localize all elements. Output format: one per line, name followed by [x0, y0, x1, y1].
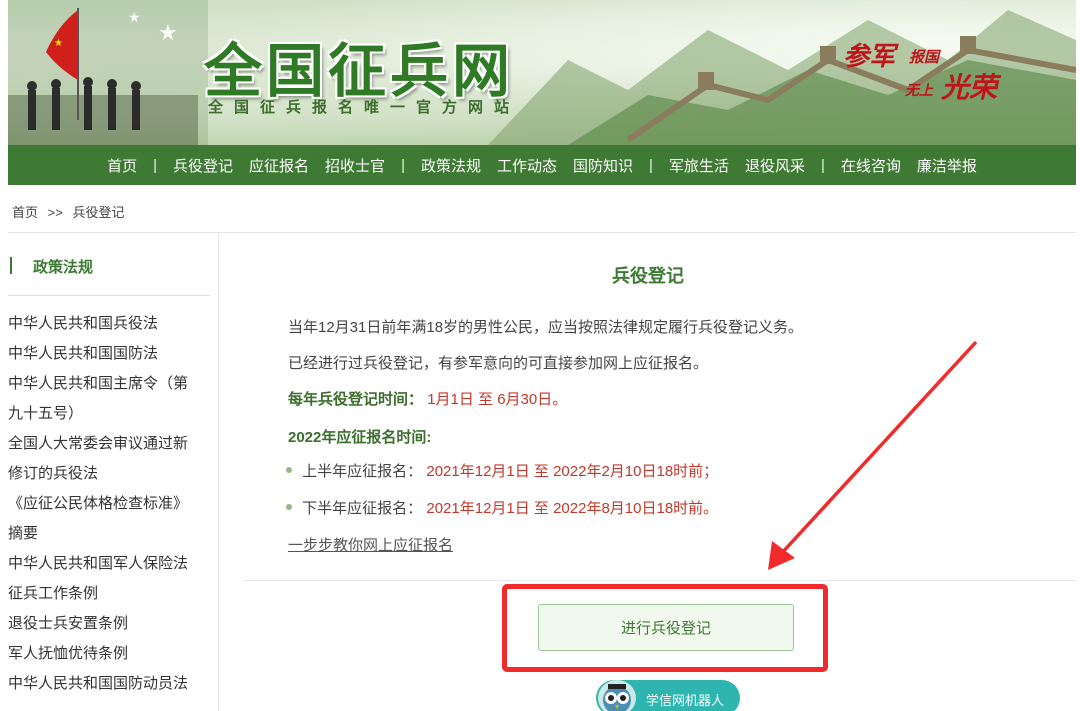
- nav-online-consult[interactable]: 在线咨询: [841, 155, 901, 176]
- divider: [218, 233, 219, 711]
- list-item: 上半年应征报名： 2021年12月1日 至 2022年2月10日18时前；: [286, 460, 718, 481]
- robot-avatar-icon: [598, 680, 636, 711]
- nav-separator: |: [401, 156, 405, 174]
- sidebar-link[interactable]: 退役士兵安置条例: [8, 609, 213, 639]
- bullet-icon: [286, 504, 292, 511]
- main-nav: 首页 | 兵役登记 应征报名 招收士官 | 政策法规 工作动态 国防知识 | 军…: [8, 145, 1076, 185]
- divider: [244, 580, 1076, 581]
- breadcrumb-arrow: >>: [47, 205, 63, 220]
- sidebar-link[interactable]: 全国人大常委会审议通过新: [8, 429, 213, 459]
- sidebar-link[interactable]: 九十五号）: [8, 399, 213, 429]
- registration-time-label: 每年兵役登记时间：: [288, 391, 424, 408]
- page-title: 兵役登记: [612, 266, 684, 286]
- intro-paragraph: 当年12月31日前年满18岁的男性公民，应当按照法律规定履行兵役登记义务。: [288, 319, 804, 336]
- sidebar-link[interactable]: 修订的兵役法: [8, 459, 213, 489]
- nav-separator: |: [820, 156, 825, 174]
- sidebar-link[interactable]: 中华人民共和国军人保险法: [8, 549, 213, 579]
- nav-veterans[interactable]: 退役风采: [745, 155, 805, 176]
- sidebar-list: 中华人民共和国兵役法 中华人民共和国国防法 中华人民共和国主席令（第 九十五号）…: [8, 309, 213, 699]
- apply-time-heading: 2022年应征报名时间:: [288, 429, 432, 446]
- registration-time: 每年兵役登记时间： 1月1日 至 6月30日。: [288, 388, 567, 409]
- sidebar-link[interactable]: 征兵工作条例: [8, 579, 213, 609]
- sidebar-link[interactable]: 中华人民共和国兵役法: [8, 309, 213, 339]
- nav-policies[interactable]: 政策法规: [421, 155, 481, 176]
- breadcrumb-current: 兵役登记: [72, 205, 125, 220]
- second-half-label: 下半年应征报名：: [302, 500, 423, 517]
- sidebar-link[interactable]: 中华人民共和国国防法: [8, 339, 213, 369]
- nav-enlistment-application[interactable]: 应征报名: [249, 155, 309, 176]
- svg-text:★: ★: [128, 9, 141, 25]
- slogan-part: 光荣: [941, 71, 998, 104]
- robot-assistant-button[interactable]: 学信网机器人: [596, 680, 740, 711]
- first-half-value: 2021年12月1日 至 2022年2月10日18时前；: [426, 463, 719, 480]
- site-subtitle: 全国征兵报名唯一官方网站: [208, 99, 521, 116]
- nav-separator: |: [153, 156, 158, 174]
- nav-home[interactable]: 首页: [107, 155, 137, 176]
- sidebar-heading: 政策法规: [8, 255, 208, 277]
- intro-paragraph: 已经进行过兵役登记，有参军意向的可直接参加网上应征报名。: [288, 355, 709, 372]
- slogan-part: 报国: [909, 48, 940, 66]
- sidebar-heading-text: 政策法规: [33, 259, 94, 276]
- sidebar-link[interactable]: 《应征公民体格检查标准》: [8, 489, 213, 519]
- first-half-label: 上半年应征报名：: [302, 463, 423, 480]
- robot-label: 学信网机器人: [646, 693, 725, 708]
- registration-time-value: 1月1日 至 6月30日。: [427, 391, 568, 408]
- nav-military-registration[interactable]: 兵役登记: [173, 155, 233, 176]
- svg-text:★: ★: [158, 20, 178, 45]
- sidebar: 政策法规 中华人民共和国兵役法 中华人民共和国国防法 中华人民共和国主席令（第 …: [8, 233, 218, 711]
- list-item: 下半年应征报名： 2021年12月1日 至 2022年8月10日18时前。: [286, 497, 718, 518]
- sidebar-link[interactable]: 中华人民共和国国防动员法: [8, 669, 213, 699]
- divider: [8, 295, 210, 296]
- sidebar-link[interactable]: 中华人民共和国主席令（第: [8, 369, 213, 399]
- nav-work-news[interactable]: 工作动态: [497, 155, 557, 176]
- sidebar-link[interactable]: 军人抚恤优待条例: [8, 639, 213, 669]
- sidebar-link[interactable]: 摘要: [8, 519, 213, 549]
- header-banner: ★ ★ ★ 全国征兵网 全国征兵报名唯一官方网站 参军 报国 无上 光荣: [8, 0, 1076, 145]
- nav-defense-knowledge[interactable]: 国防知识: [573, 155, 633, 176]
- nav-separator: |: [649, 156, 653, 174]
- highlight-box: [502, 584, 828, 672]
- breadcrumb-home[interactable]: 首页: [12, 205, 38, 220]
- breadcrumb: 首页 >> 兵役登记: [12, 202, 130, 221]
- guide-link[interactable]: 一步步教你网上应征报名: [288, 534, 453, 555]
- svg-text:★: ★: [54, 38, 63, 49]
- slogan: 参军 报国 无上 光荣: [843, 36, 1013, 106]
- bullet-icon: [286, 467, 292, 474]
- nav-military-life[interactable]: 军旅生活: [669, 155, 729, 176]
- nav-integrity-report[interactable]: 廉洁举报: [917, 155, 977, 176]
- nav-nco-recruitment[interactable]: 招收士官: [325, 155, 385, 176]
- heading-accent-bar: [10, 257, 12, 274]
- slogan-part: 无上: [905, 83, 933, 99]
- slogan-part: 参军: [843, 42, 896, 72]
- second-half-value: 2021年12月1日 至 2022年8月10日18时前。: [426, 500, 719, 517]
